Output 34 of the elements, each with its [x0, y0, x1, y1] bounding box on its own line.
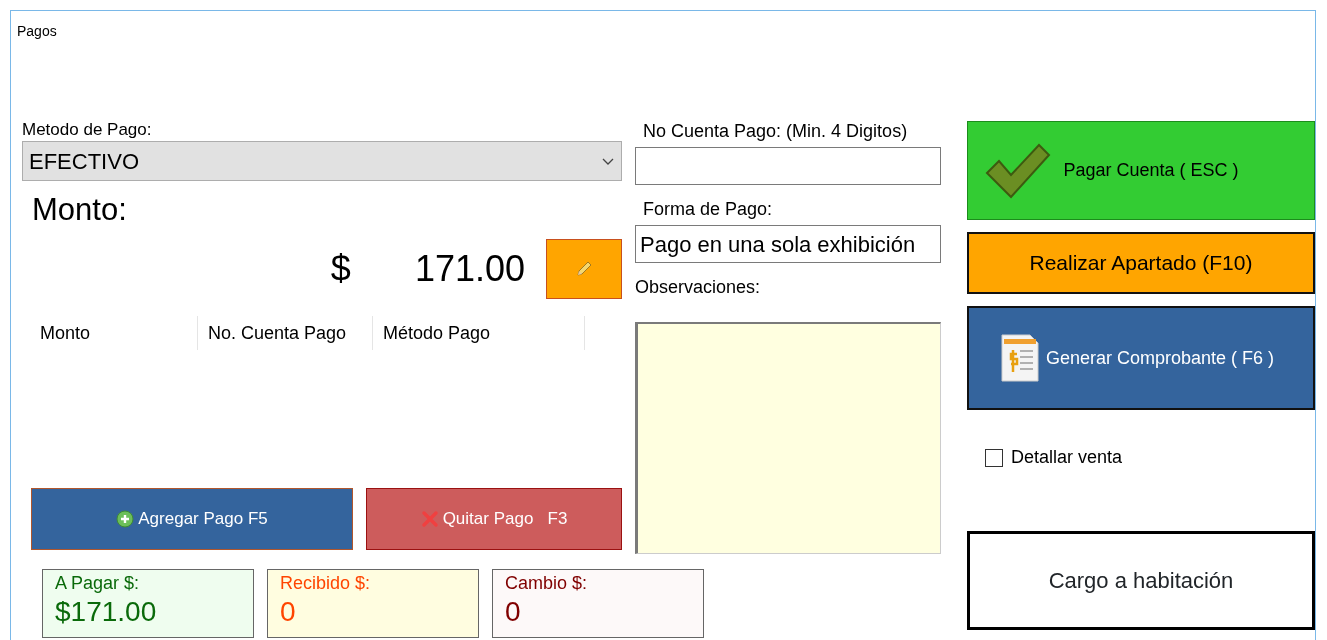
account-number-field[interactable] — [635, 147, 941, 185]
close-icon — [420, 510, 439, 528]
column-header: Monto — [30, 316, 198, 350]
column-header: Método Pago — [373, 316, 585, 350]
total-label: A Pagar $: — [55, 572, 141, 594]
remove-payment-button[interactable]: Quitar Pago F3 — [366, 488, 622, 550]
payment-form-field[interactable]: Pago en una sola exhibición — [635, 225, 941, 263]
layaway-button[interactable]: Realizar Apartado (F10) — [967, 232, 1315, 294]
column-header: No. Cuenta Pago — [198, 316, 373, 350]
total-value: 0 — [280, 595, 297, 629]
notes-field[interactable] — [635, 322, 941, 554]
field-label: No Cuenta Pago: (Min. 4 Digitos) — [643, 120, 909, 143]
plus-circle-icon — [116, 510, 135, 528]
payment-method-dropdown[interactable]: EFECTIVO — [22, 141, 622, 181]
currency-symbol: $ — [330, 247, 351, 291]
room-charge-button[interactable]: Cargo a habitación — [967, 531, 1315, 630]
edit-button[interactable] — [546, 239, 622, 299]
receipt-button[interactable]: Generar Comprobante ( F6 ) — [967, 306, 1315, 410]
pay-button[interactable]: Pagar Cuenta ( ESC ) — [967, 121, 1315, 220]
total-value: 0 — [505, 595, 522, 629]
total-label: Cambio $: — [505, 572, 589, 594]
invoice-icon — [999, 333, 1040, 383]
add-payment-button[interactable]: Agregar Pago F5 — [31, 488, 353, 550]
field-label: Forma de Pago: — [643, 198, 774, 221]
chevron-down-icon — [601, 156, 615, 166]
window-title: Pagos — [17, 22, 57, 41]
amount-value: 171.00 — [414, 247, 525, 291]
field-label: Metodo de Pago: — [22, 119, 153, 141]
amount-label: Monto: — [32, 192, 128, 228]
total-value: $171.00 — [55, 595, 158, 629]
total-label: Recibido $: — [280, 572, 372, 594]
detail-sale-checkbox[interactable]: Detallar venta — [985, 444, 1315, 471]
pencil-icon — [574, 259, 594, 279]
field-label: Observaciones: — [635, 276, 762, 299]
